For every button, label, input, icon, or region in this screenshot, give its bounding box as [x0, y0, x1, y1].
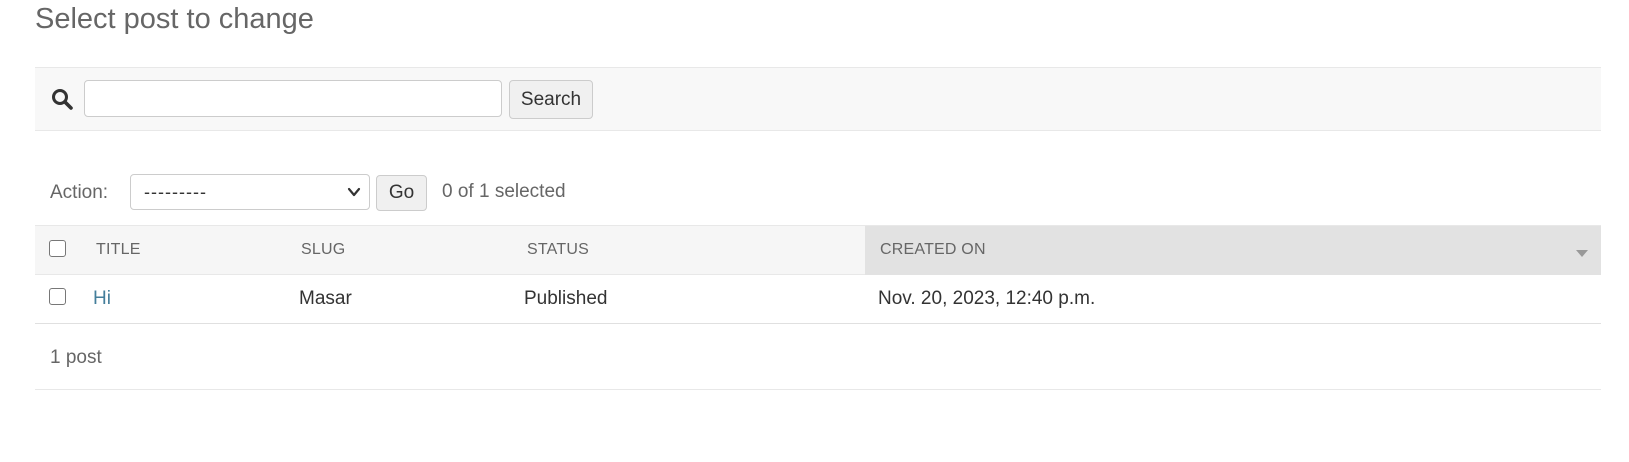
- column-header-slug[interactable]: SLUG: [301, 241, 345, 259]
- go-button[interactable]: Go: [376, 175, 427, 211]
- search-icon: [52, 89, 73, 110]
- action-label: Action:: [50, 182, 109, 203]
- post-slug: Masar: [299, 288, 352, 309]
- action-select[interactable]: ---------: [130, 174, 370, 210]
- sort-descending-icon[interactable]: [1575, 249, 1589, 258]
- actions-bar: Action: --------- Go 0 of 1 selected: [50, 174, 850, 212]
- results-table: TITLE SLUG STATUS CREATED ON Hi Masar Pu…: [35, 225, 1601, 324]
- select-all-checkbox[interactable]: [49, 240, 66, 257]
- search-toolbar: Search: [35, 67, 1601, 131]
- change-list-page: Select post to change Search Action: ---…: [0, 0, 1629, 462]
- result-count: 1 post: [50, 347, 102, 368]
- column-header-status[interactable]: STATUS: [527, 241, 589, 259]
- page-title: Select post to change: [35, 3, 314, 35]
- selection-count: 0 of 1 selected: [442, 181, 566, 202]
- table-row: Hi Masar Published Nov. 20, 2023, 12:40 …: [35, 275, 1601, 324]
- column-header-title[interactable]: TITLE: [96, 241, 141, 259]
- table-header-row: TITLE SLUG STATUS CREATED ON: [35, 225, 1601, 275]
- action-select-value: ---------: [144, 182, 207, 202]
- paginator: 1 post: [35, 338, 1601, 390]
- post-created-on: Nov. 20, 2023, 12:40 p.m.: [878, 288, 1096, 309]
- search-button[interactable]: Search: [509, 80, 593, 119]
- chevron-down-icon: [347, 187, 361, 197]
- column-header-created-on[interactable]: CREATED ON: [880, 241, 986, 259]
- post-title-link[interactable]: Hi: [93, 288, 111, 310]
- search-input[interactable]: [84, 80, 502, 117]
- row-select-checkbox[interactable]: [49, 288, 66, 305]
- post-status: Published: [524, 288, 608, 309]
